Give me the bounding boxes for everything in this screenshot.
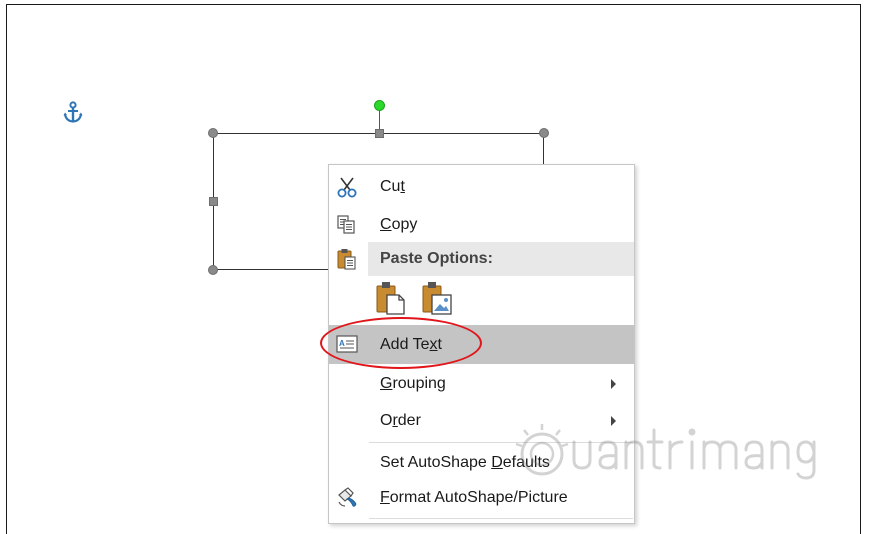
submenu-arrow-icon <box>611 416 616 426</box>
menu-separator <box>369 518 633 519</box>
paste-keep-formatting-button[interactable] <box>375 280 409 316</box>
menu-item-set-autoshape-defaults[interactable]: Set AutoShape Defaults <box>329 445 634 481</box>
menu-item-order[interactable]: Order <box>329 403 634 439</box>
paste-keep-formatting-icon <box>376 282 405 315</box>
menu-item-copy[interactable]: Copy <box>329 207 634 243</box>
paste-picture-button[interactable] <box>421 280 455 316</box>
menu-item-label: Copy <box>380 216 418 233</box>
format-brush-icon <box>335 487 359 509</box>
paste-options-header: Paste Options: <box>329 242 634 276</box>
menu-item-label: Format AutoShape/Picture <box>380 489 568 506</box>
anchor-icon[interactable] <box>62 101 84 125</box>
menu-item-highlight <box>329 325 634 364</box>
menu-separator <box>369 442 633 443</box>
menu-item-cut[interactable]: Cut <box>329 169 634 205</box>
text-box-icon: A <box>335 334 359 356</box>
resize-handle-left[interactable] <box>209 197 218 206</box>
resize-handle-top-right[interactable] <box>539 128 549 138</box>
resize-handle-top[interactable] <box>375 129 384 138</box>
menu-item-add-text[interactable]: A Add Text <box>329 325 634 364</box>
resize-handle-bottom-left[interactable] <box>208 265 218 275</box>
resize-handle-top-left[interactable] <box>208 128 218 138</box>
menu-item-label: Grouping <box>380 375 446 392</box>
menu-item-grouping[interactable]: Grouping <box>329 366 634 402</box>
submenu-arrow-icon <box>611 379 616 389</box>
svg-text:A: A <box>339 339 345 348</box>
menu-item-format-autoshape[interactable]: Format AutoShape/Picture <box>329 480 634 516</box>
menu-item-label: Cut <box>380 178 405 195</box>
menu-item-label: Order <box>380 412 421 429</box>
rotate-handle[interactable] <box>374 100 385 111</box>
context-menu: Cut Copy Paste Options: A Add Text Group… <box>328 164 635 524</box>
paste-icon <box>335 248 359 270</box>
menu-item-label: Add Text <box>380 336 442 353</box>
scissors-icon <box>335 176 359 198</box>
copy-icon <box>335 214 359 236</box>
paste-options-label: Paste Options: <box>380 250 493 267</box>
paste-picture-icon <box>422 282 452 315</box>
menu-item-label: Set AutoShape Defaults <box>380 454 550 471</box>
